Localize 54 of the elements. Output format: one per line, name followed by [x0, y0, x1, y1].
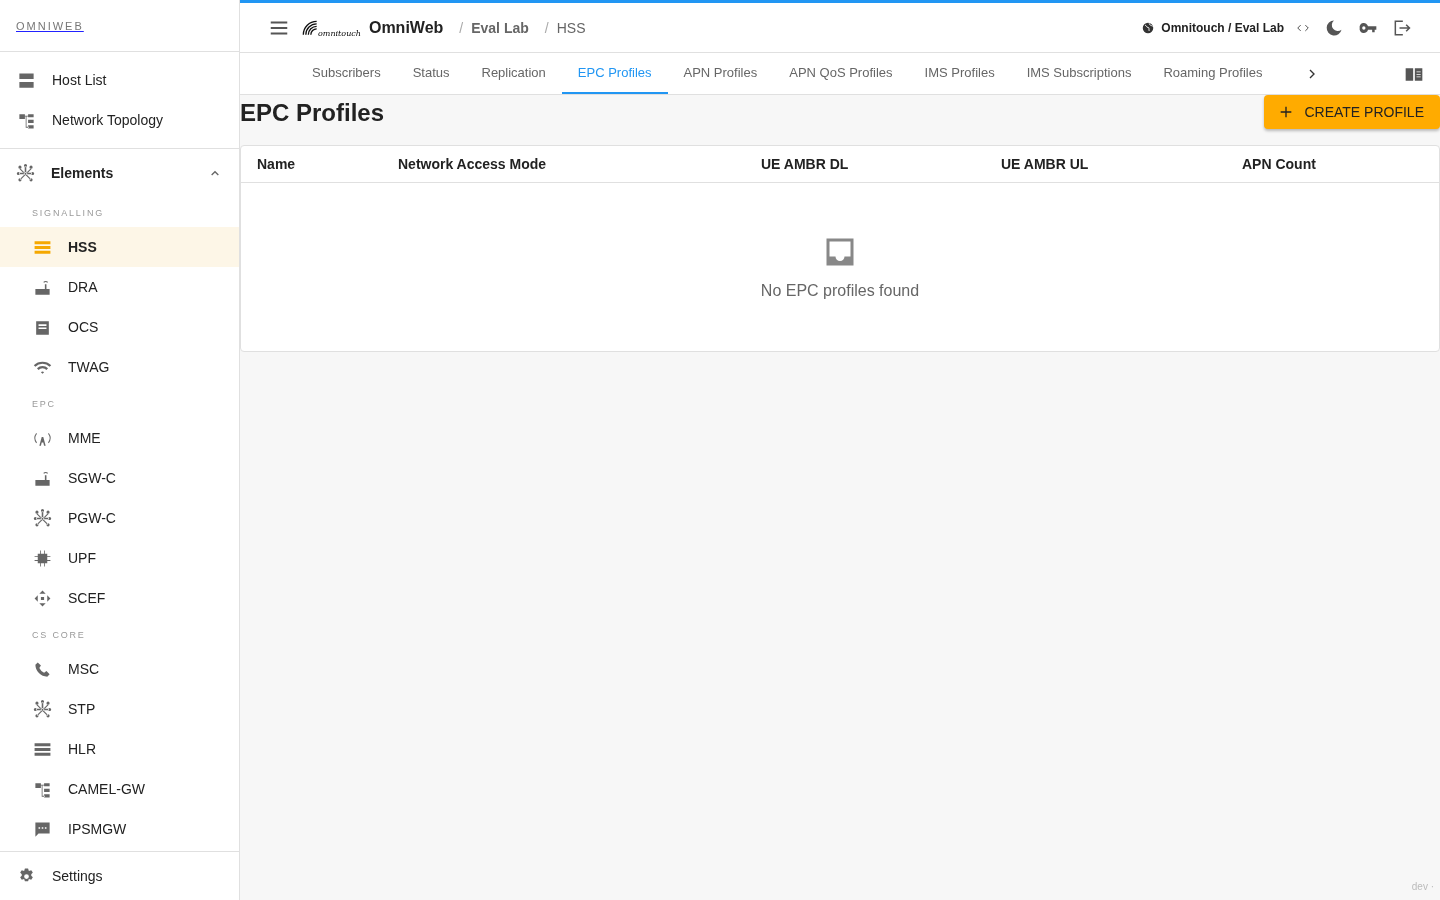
sidebar-item[interactable]: HSS	[0, 227, 239, 267]
breadcrumb-separator: /	[459, 19, 464, 36]
tenant-name[interactable]: Omnitouch / Eval Lab	[1161, 20, 1284, 35]
hub-icon	[33, 508, 52, 528]
globe-icon	[1141, 20, 1156, 35]
column-header: UE AMBR DL	[761, 156, 850, 172]
tab[interactable]: Subscribers	[296, 53, 397, 94]
hub-icon	[33, 699, 52, 719]
tab[interactable]: Roaming Profiles	[1147, 53, 1279, 94]
tab[interactable]: APN QoS Profiles	[773, 53, 909, 94]
sidebar-item[interactable]: UPF	[0, 538, 239, 578]
tab[interactable]: APN Profiles	[667, 53, 774, 94]
tab[interactable]: Status	[396, 53, 466, 94]
sidebar-item[interactable]: OCS	[0, 307, 239, 347]
sidebar-item[interactable]: IPSMGW	[0, 809, 239, 849]
column-header: APN Count	[1242, 156, 1317, 172]
sidebar-item[interactable]: HLR	[0, 729, 239, 769]
brand-link[interactable]: OMNIWEB	[16, 19, 84, 32]
sidebar-item[interactable]: TWAG	[0, 347, 239, 387]
chip-icon	[33, 548, 52, 568]
elements-group-header[interactable]: Elements	[0, 150, 239, 196]
sidebar-item[interactable]: Network Topology	[0, 100, 239, 140]
breadcrumb-separator: /	[544, 19, 549, 36]
tab[interactable]: IMS Profiles	[908, 53, 1011, 94]
settings-item[interactable]: Settings	[0, 851, 239, 900]
tab[interactable]: IMS Subscriptions	[1010, 53, 1148, 94]
sidebar-item[interactable]: SGW-C	[0, 458, 239, 498]
move-arrows-icon	[33, 588, 52, 608]
section-label: SIGNALLING	[31, 207, 106, 220]
sidebar-item[interactable]: MME	[0, 418, 239, 458]
page-title: EPC Profiles	[240, 99, 385, 127]
empty-message: No EPC profiles found	[760, 282, 920, 300]
chat-icon	[33, 819, 52, 839]
sidebar-item[interactable]: Host List	[0, 60, 239, 100]
section-label: EPC	[31, 398, 57, 411]
column-header: Name	[257, 156, 297, 172]
sidebar-item[interactable]: DRA	[0, 267, 239, 307]
hub-icon	[16, 163, 35, 183]
sidebar-item[interactable]: STP	[0, 689, 239, 729]
breadcrumb[interactable]: Eval Lab	[471, 19, 529, 36]
sidebar-item[interactable]: SCEF	[0, 578, 239, 618]
create-profile-button[interactable]: CREATE PROFILE	[1264, 95, 1440, 129]
server-icon	[17, 70, 36, 90]
tab[interactable]: Replication	[465, 53, 562, 94]
column-header: UE AMBR UL	[1001, 156, 1090, 172]
breadcrumb: HSS	[556, 19, 586, 36]
logo-text: omnitouch	[318, 28, 361, 38]
section-label: CS CORE	[31, 629, 87, 642]
sidebar-item[interactable]: CAMEL-GW	[0, 769, 239, 809]
environment-label: dev ·	[1411, 881, 1434, 892]
sidebar-item[interactable]: MSC	[0, 649, 239, 689]
app-name: OmniWeb	[368, 18, 444, 37]
sidebar-item[interactable]: PGW-C	[0, 498, 239, 538]
column-header: Network Access Mode	[398, 156, 548, 172]
